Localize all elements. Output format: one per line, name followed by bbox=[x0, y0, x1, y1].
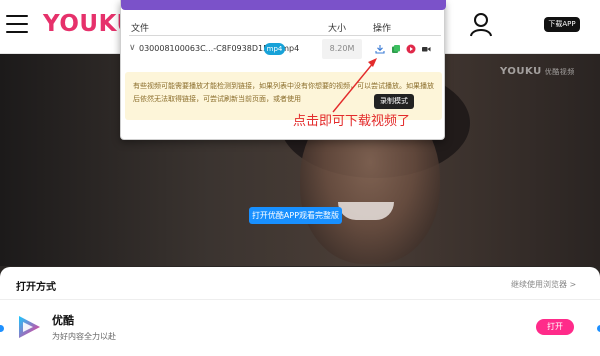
download-icon[interactable] bbox=[375, 44, 385, 54]
play-icon[interactable] bbox=[406, 44, 416, 54]
open-app-watch-button[interactable]: 打开优酷APP观看完整版 bbox=[249, 207, 342, 224]
column-header-file: 文件 bbox=[131, 24, 150, 34]
annotation-text: 点击即可下载视频了 bbox=[293, 114, 411, 129]
download-app-button[interactable]: 下载APP bbox=[544, 17, 580, 32]
side-indicator bbox=[0, 325, 4, 332]
file-size: 8.20M bbox=[322, 39, 362, 59]
sheet-divider bbox=[0, 299, 600, 300]
app-name: 优酷 bbox=[52, 314, 74, 327]
youku-app-icon bbox=[19, 316, 40, 338]
sheet-title: 打开方式 bbox=[16, 282, 56, 293]
file-row[interactable]: ∨ 030008100063C...-C8F0938D15BE.mp4 mp4 … bbox=[121, 38, 446, 62]
menu-icon[interactable] bbox=[6, 15, 28, 35]
video-watermark: YOUKU 优酷视频 bbox=[500, 66, 575, 77]
app-description: 为好内容全力以赴 bbox=[52, 332, 116, 341]
column-header-ops: 操作 bbox=[373, 24, 392, 34]
column-header-size: 大小 bbox=[328, 24, 347, 34]
record-mode-tooltip[interactable]: 录制模式 bbox=[374, 94, 414, 109]
format-badge: mp4 bbox=[264, 43, 285, 55]
open-app-button[interactable]: 打开 bbox=[536, 319, 574, 335]
chevron-down-icon[interactable]: ∨ bbox=[129, 43, 136, 53]
record-icon[interactable] bbox=[421, 44, 431, 54]
copy-link-icon[interactable] bbox=[391, 44, 401, 54]
continue-in-browser-link[interactable]: 继续使用浏览器 > bbox=[511, 279, 576, 290]
popup-header-bar bbox=[121, 0, 446, 10]
user-icon[interactable] bbox=[470, 13, 492, 37]
header-divider bbox=[129, 35, 441, 36]
open-with-sheet: 打开方式 继续使用浏览器 > 优酷 为好内容全力以赴 打开 bbox=[0, 267, 600, 356]
